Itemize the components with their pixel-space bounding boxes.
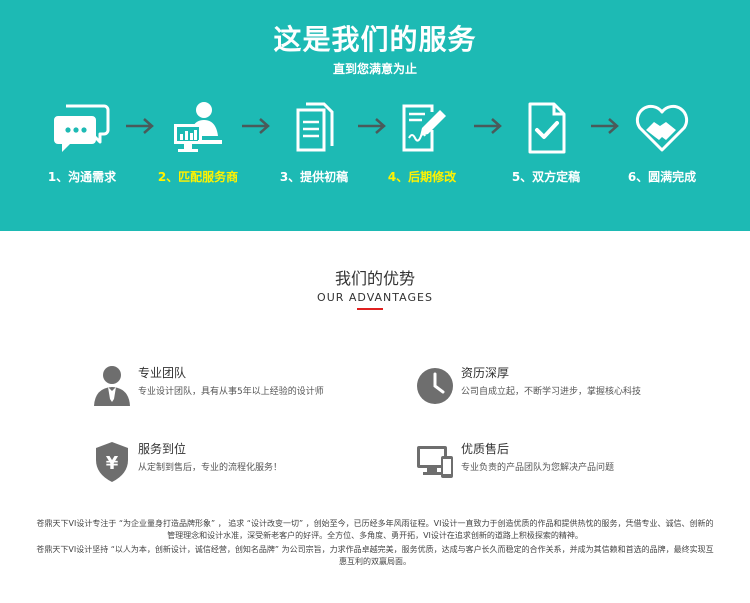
banner-subtitle: 直到您满意为止 [332, 62, 417, 76]
advantages-title: 我们的优势 [334, 269, 415, 288]
chat-bubbles-icon [52, 100, 112, 156]
feature-title: 服务到位 [138, 442, 187, 456]
banner-title: 这是我们的服务 [273, 23, 477, 56]
clock-icon [415, 364, 455, 408]
svg-text:¥: ¥ [106, 453, 119, 474]
feature-desc: 专业设计团队，具有从事5年以上经验的设计师 [138, 387, 324, 397]
feature-professional-team: 专业团队 专业设计团队，具有从事5年以上经验的设计师 [92, 364, 392, 414]
text-line: 惠互利的双赢局面。 [339, 557, 411, 566]
text-line: 苍鼎天下VI设计坚持 “以人为本，创新设计，诚信经营，创知名品牌” 为公司宗旨，… [36, 545, 714, 554]
step-label: 2、匹配服务商 [157, 170, 239, 184]
feature-experience: 资历深厚 公司自成立起，不断学习进步，掌握核心科技 [415, 364, 715, 414]
intro-paragraph-2: 苍鼎天下VI设计坚持 “以人为本，创新设计，诚信经营，创知名品牌” 为公司宗旨，… [10, 544, 740, 568]
businessman-icon [92, 364, 132, 408]
feature-desc: 公司自成立起，不断学习进步，掌握核心科技 [461, 387, 642, 397]
feature-title: 资历深厚 [461, 366, 510, 380]
services-banner: 这是我们的服务 直到您满意为止 1、沟通需求 2、匹配服务商 3、提供初稿 4、… [0, 0, 750, 231]
designer-at-computer-icon [168, 100, 228, 156]
checked-document-icon [516, 100, 576, 156]
step-match-provider: 2、匹配服务商 [143, 100, 253, 185]
feature-service: ¥ 服务到位 从定制到售后，专业的流程化服务！ [92, 440, 392, 490]
step-label: 4、后期修改 [387, 170, 457, 184]
title-underline [357, 308, 383, 310]
text-line: 苍鼎天下VI设计专注于 “为企业量身打造品牌形象” ， 追求 “设计改变一切” … [36, 519, 714, 528]
step-communicate: 1、沟通需求 [27, 100, 137, 185]
step-first-draft: 3、提供初稿 [259, 100, 369, 185]
step-revision: 4、后期修改 [367, 100, 477, 185]
yen-shield-icon: ¥ [92, 440, 132, 484]
heart-handshake-icon [632, 100, 692, 156]
feature-desc: 专业负责的产品团队为您解决产品问题 [461, 463, 615, 473]
step-finalize: 5、双方定稿 [491, 100, 601, 185]
step-label: 3、提供初稿 [279, 170, 349, 184]
devices-icon [415, 440, 455, 484]
advantages-subtitle: OUR ADVANTAGES [317, 291, 433, 304]
step-label: 5、双方定稿 [511, 170, 581, 184]
step-label: 6、圆满完成 [627, 170, 697, 184]
feature-title: 专业团队 [138, 366, 187, 380]
step-complete: 6、圆满完成 [607, 100, 717, 185]
edit-document-icon [392, 100, 452, 156]
intro-paragraph-1: 苍鼎天下VI设计专注于 “为企业量身打造品牌形象” ， 追求 “设计改变一切” … [10, 518, 740, 542]
feature-title: 优质售后 [461, 442, 510, 456]
feature-after-sales: 优质售后 专业负责的产品团队为您解决产品问题 [415, 440, 715, 490]
step-label: 1、沟通需求 [47, 170, 117, 184]
feature-desc: 从定制到售后，专业的流程化服务！ [138, 463, 283, 473]
text-line: 管理理念和设计水准，深受新老客户的好评。全方位、多角度、勇开拓，VI设计在追求创… [167, 531, 583, 540]
documents-icon [284, 100, 344, 156]
